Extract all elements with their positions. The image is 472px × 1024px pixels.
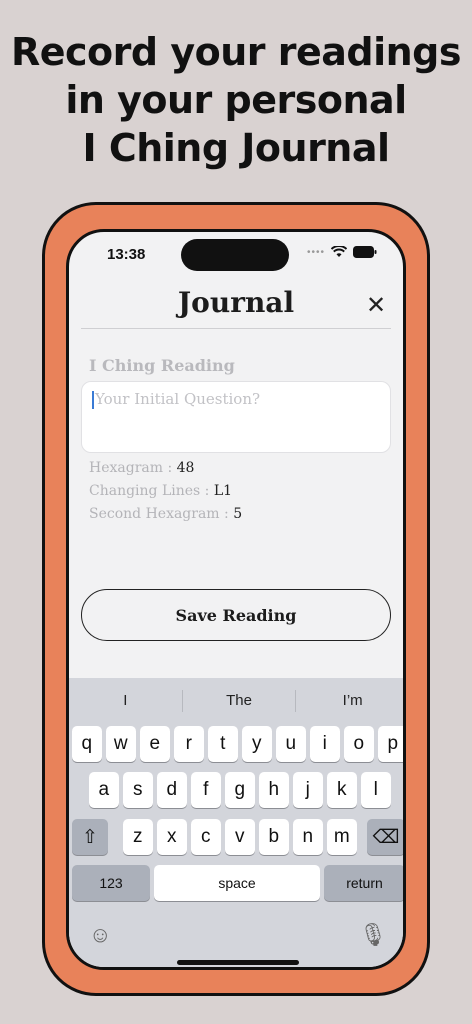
space-key[interactable]: space <box>154 865 320 901</box>
status-icons: •••• <box>307 246 377 258</box>
save-reading-button[interactable]: Save Reading <box>81 589 391 641</box>
close-icon[interactable]: ✕ <box>363 292 389 318</box>
status-time: 13:38 <box>107 246 146 263</box>
numbers-key[interactable]: 123 <box>72 865 150 901</box>
key-q[interactable]: q <box>72 726 102 762</box>
suggestion-item[interactable]: The <box>181 690 296 712</box>
hexagram-label: Hexagram : <box>89 460 177 476</box>
backspace-icon[interactable]: ⌫ <box>367 819 403 855</box>
second-hexagram-value: 5 <box>233 506 243 522</box>
second-hexagram-row: Second Hexagram : 5 <box>89 506 242 522</box>
key-u[interactable]: u <box>276 726 306 762</box>
key-s[interactable]: s <box>123 772 153 808</box>
second-hexagram-label: Second Hexagram : <box>89 506 234 522</box>
key-p[interactable]: p <box>378 726 403 762</box>
header-divider <box>81 328 391 329</box>
key-j[interactable]: j <box>293 772 323 808</box>
page-title: Journal <box>177 286 295 319</box>
changing-lines-label: Changing Lines : <box>89 483 214 499</box>
key-r[interactable]: r <box>174 726 204 762</box>
key-w[interactable]: w <box>106 726 136 762</box>
key-e[interactable]: e <box>140 726 170 762</box>
dynamic-island <box>181 239 289 271</box>
key-i[interactable]: i <box>310 726 340 762</box>
key-o[interactable]: o <box>344 726 374 762</box>
shift-icon[interactable]: ⇧ <box>72 819 108 855</box>
promo-headline: Record your readings in your personal I … <box>0 28 472 172</box>
key-t[interactable]: t <box>208 726 238 762</box>
key-x[interactable]: x <box>157 819 187 855</box>
changing-lines-row: Changing Lines : L1 <box>89 483 232 499</box>
headline-line-2: in your personal <box>65 78 407 122</box>
key-g[interactable]: g <box>225 772 255 808</box>
key-c[interactable]: c <box>191 819 221 855</box>
hexagram-row: Hexagram : 48 <box>89 460 194 476</box>
wifi-icon <box>331 246 347 257</box>
key-b[interactable]: b <box>259 819 289 855</box>
key-y[interactable]: y <box>242 726 272 762</box>
question-placeholder: Your Initial Question? <box>95 390 261 408</box>
keyboard: I The I’m q w e r t y u i o p a s d f g h j k l ⇧ z x c v b n m ⌫ 12… <box>69 678 403 967</box>
hexagram-value: 48 <box>176 460 195 476</box>
emoji-icon[interactable]: ☺ <box>89 922 111 948</box>
battery-icon <box>353 246 377 258</box>
key-a[interactable]: a <box>89 772 119 808</box>
suggestion-item[interactable]: I <box>69 690 182 712</box>
microphone-icon[interactable]: 🎙 <box>359 922 387 948</box>
question-input[interactable]: Your Initial Question? <box>81 381 391 453</box>
key-z[interactable]: z <box>123 819 153 855</box>
headline-line-1: Record your readings <box>11 30 462 74</box>
headline-line-3: I Ching Journal <box>82 126 390 170</box>
suggestion-bar: I The I’m <box>69 690 403 712</box>
key-l[interactable]: l <box>361 772 391 808</box>
section-label: I Ching Reading <box>89 356 235 375</box>
key-h[interactable]: h <box>259 772 289 808</box>
phone-screen: 13:38 •••• Journal ✕ I Ching Reading You… <box>66 229 406 970</box>
signal-icon: •••• <box>306 246 325 258</box>
key-d[interactable]: d <box>157 772 187 808</box>
return-key[interactable]: return <box>324 865 403 901</box>
key-n[interactable]: n <box>293 819 323 855</box>
text-caret <box>92 391 94 409</box>
changing-lines-value: L1 <box>213 483 233 499</box>
suggestion-item[interactable]: I’m <box>295 690 403 712</box>
key-f[interactable]: f <box>191 772 221 808</box>
key-v[interactable]: v <box>225 819 255 855</box>
key-m[interactable]: m <box>327 819 357 855</box>
home-indicator <box>177 960 299 965</box>
key-k[interactable]: k <box>327 772 357 808</box>
